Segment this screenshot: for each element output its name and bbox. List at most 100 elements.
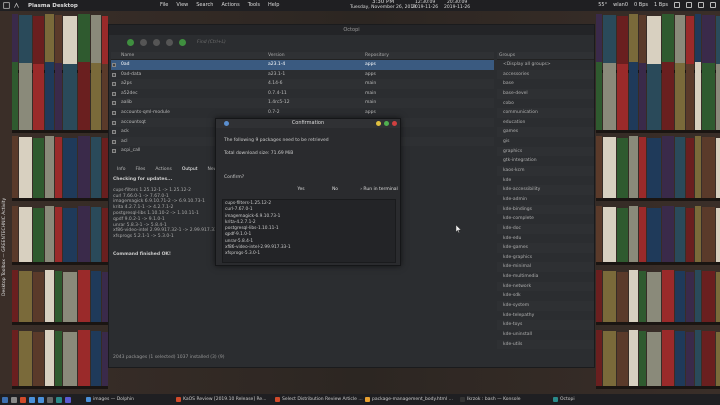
installed-status-icon xyxy=(112,72,116,77)
close-icon[interactable] xyxy=(392,121,397,126)
group-item[interactable]: graphics xyxy=(497,146,594,157)
group-item[interactable]: kde-utils xyxy=(497,339,594,350)
group-item[interactable]: kde-toys xyxy=(497,320,594,330)
system-tray: 55° wlan0 0 Bps 1 Bps xyxy=(598,2,716,8)
settings-icon[interactable] xyxy=(65,396,71,403)
wallpaper-book xyxy=(63,64,77,130)
group-item[interactable]: kde-games xyxy=(497,243,594,253)
rollback-button[interactable] xyxy=(153,38,160,46)
group-item[interactable]: cobo xyxy=(497,99,594,109)
tab-files[interactable]: Files xyxy=(136,165,146,174)
col-version-header[interactable]: Version xyxy=(268,52,365,59)
activity-label[interactable]: Desktop Toolbox — GREENTECHNIC Activity xyxy=(2,198,7,296)
plasma-icon[interactable] xyxy=(13,2,20,9)
wallpaper-book xyxy=(662,206,674,262)
group-item[interactable]: kde-multimedia xyxy=(497,272,594,282)
wallpaper-book xyxy=(629,270,638,322)
network-name[interactable]: wlan0 xyxy=(613,2,628,8)
octopi-launcher-icon[interactable] xyxy=(56,396,62,403)
menu-search[interactable]: Search xyxy=(196,2,213,8)
clock-second[interactable]: 12:30:09 2019-11-26 xyxy=(412,0,438,10)
wallpaper-book xyxy=(686,272,694,322)
taskbar-task[interactable]: package-management_body.html ... xyxy=(365,395,453,404)
col-name-header[interactable]: Name xyxy=(111,52,268,59)
system-upgrade-button[interactable] xyxy=(179,38,186,46)
group-item[interactable]: kde-network xyxy=(497,281,594,292)
files-icon[interactable] xyxy=(29,396,35,403)
menu-file[interactable]: File xyxy=(160,2,168,8)
app-launcher-icon[interactable] xyxy=(2,396,8,403)
menu-help[interactable]: Help xyxy=(268,2,279,8)
window-title[interactable]: Octopi xyxy=(109,25,594,35)
group-item[interactable]: kaos-kcm xyxy=(497,166,594,176)
group-item[interactable]: gis xyxy=(497,137,594,147)
temperature-readout[interactable]: 55° xyxy=(598,2,607,8)
terminal-icon[interactable] xyxy=(47,396,53,403)
kde-menu-icon[interactable] xyxy=(3,2,10,9)
wallpaper-book xyxy=(639,331,646,386)
group-item[interactable]: kde-telepathy xyxy=(497,311,594,321)
table-row[interactable]: a2ps 4.14-6 main xyxy=(111,79,494,89)
menu-actions[interactable]: Actions xyxy=(221,2,239,8)
taskbar-task[interactable]: KaOS Review [2019.10 Release] Re... xyxy=(176,395,267,404)
group-item[interactable]: kde-edu xyxy=(497,234,594,244)
clipboard-icon[interactable] xyxy=(674,2,680,8)
check-updates-button[interactable] xyxy=(166,38,173,46)
table-row[interactable]: aalib 1.4rc5-12 main xyxy=(111,98,494,108)
taskbar-task[interactable]: Ikrzok : bash — Konsole xyxy=(460,395,521,404)
run-in-terminal-button[interactable]: › Run in terminal xyxy=(354,186,404,194)
group-item[interactable]: kde-complete xyxy=(497,214,594,224)
desktop-icon[interactable] xyxy=(38,396,44,403)
volume-icon[interactable] xyxy=(686,2,692,8)
group-item[interactable]: kde-uninstall xyxy=(497,330,594,340)
group-item[interactable]: base-devel xyxy=(497,88,594,99)
package-search-input[interactable]: Find (Ctrl+L) xyxy=(197,38,317,47)
notifications-icon[interactable] xyxy=(698,2,704,8)
tab-output[interactable]: Output xyxy=(182,165,198,174)
sync-button[interactable] xyxy=(127,38,134,46)
pager-icon[interactable] xyxy=(11,396,17,403)
minimize-icon[interactable] xyxy=(376,121,381,126)
no-button[interactable]: No xyxy=(320,186,350,194)
packages-to-retrieve-list[interactable]: cups-filters-1.25.12-2 curl-7.67.0-1 image… xyxy=(222,199,396,263)
group-item[interactable]: communication xyxy=(497,108,594,118)
group-item[interactable]: kde-admin xyxy=(497,195,594,205)
tab-actions[interactable]: Actions xyxy=(155,165,171,174)
group-item[interactable]: accessories xyxy=(497,69,594,80)
wallpaper-book xyxy=(33,272,44,322)
clock-main[interactable]: 3:30 PM Tuesday, November 26, 2019 xyxy=(350,0,416,10)
maximize-icon[interactable] xyxy=(384,121,389,126)
group-item[interactable]: games xyxy=(497,127,594,138)
table-row[interactable]: a52dec 0.7.4-11 main xyxy=(111,89,494,99)
taskbar-task[interactable]: Octopi xyxy=(553,395,575,404)
table-row[interactable]: accounts-qml-module 0.7-2 apps xyxy=(111,108,494,118)
group-item[interactable]: kde xyxy=(497,176,594,186)
wallpaper-book xyxy=(19,137,32,198)
col-repository-header[interactable]: Repository xyxy=(365,52,490,59)
group-item[interactable]: <Display all groups> xyxy=(497,60,594,70)
group-item[interactable]: kde-doc xyxy=(497,223,594,234)
group-item[interactable]: kde-system xyxy=(497,301,594,311)
browser-icon[interactable] xyxy=(20,396,26,403)
table-row[interactable]: 0ad-data a23.1-1 apps xyxy=(111,70,494,80)
group-item[interactable]: base xyxy=(497,79,594,89)
taskbar-task[interactable]: Select Distribution Review Article ... xyxy=(275,395,363,404)
clock-third[interactable]: 20:30:09 2019-11-26 xyxy=(444,0,470,10)
yes-button[interactable]: Yes xyxy=(286,186,316,194)
group-item[interactable]: kde-graphics xyxy=(497,253,594,263)
menu-view[interactable]: View xyxy=(176,2,188,8)
group-item[interactable]: gtk-integration xyxy=(497,156,594,166)
group-item[interactable]: kde-minimal xyxy=(497,262,594,273)
group-item[interactable]: education xyxy=(497,118,594,128)
table-row[interactable]: 0ad a23.1-4 apps xyxy=(111,60,494,70)
group-item[interactable]: kde-sdk xyxy=(497,291,594,301)
tab-info[interactable]: Info xyxy=(117,165,126,174)
power-icon[interactable] xyxy=(710,2,716,8)
group-item[interactable]: kde-accessibility xyxy=(497,185,594,195)
dialog-titlebar[interactable]: Confirmation xyxy=(216,119,400,128)
commit-button[interactable] xyxy=(140,38,147,46)
menu-tools[interactable]: Tools xyxy=(248,2,260,8)
group-item[interactable]: kde-bindings xyxy=(497,204,594,215)
taskbar-task[interactable]: images — Dolphin xyxy=(86,395,134,404)
package-version: a23.1-4 xyxy=(268,62,286,67)
